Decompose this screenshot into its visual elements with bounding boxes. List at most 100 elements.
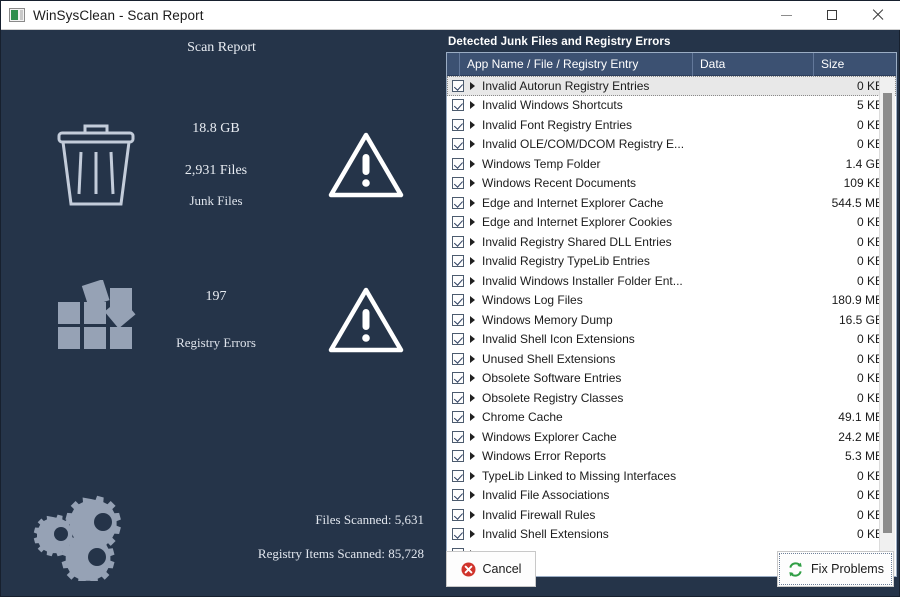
table-row[interactable]: Obsolete Software Entries 0 KB [447, 369, 896, 389]
table-row[interactable]: Invalid Font Registry Entries 0 KB [447, 115, 896, 135]
row-checkbox[interactable] [452, 508, 464, 521]
expand-arrow-icon[interactable] [467, 238, 477, 246]
row-checkbox[interactable] [452, 294, 464, 307]
scan-footer: Files Scanned: 5,631 Registry Items Scan… [1, 489, 442, 589]
table-row[interactable]: Invalid Registry TypeLib Entries 0 KB [447, 252, 896, 272]
row-checkbox[interactable] [452, 372, 464, 385]
junk-files-size: 18.8 GB [192, 121, 240, 136]
table-row[interactable]: Invalid Windows Installer Folder Ent... 0… [447, 271, 896, 291]
expand-arrow-icon[interactable] [467, 530, 477, 538]
table-row[interactable]: Invalid Shell Extensions 0 KB [447, 525, 896, 545]
row-name: Invalid File Associations [482, 488, 610, 503]
table-row[interactable]: Edge and Internet Explorer Cache 544.5 MB [447, 193, 896, 213]
expand-arrow-icon[interactable] [467, 433, 477, 441]
expand-arrow-icon[interactable] [467, 257, 477, 265]
expand-arrow-icon[interactable] [467, 218, 477, 226]
table-row[interactable]: Invalid Autorun Registry Entries 0 KB [447, 76, 896, 96]
table-row[interactable]: Chrome Cache 49.1 MB [447, 408, 896, 428]
row-name: Invalid Shell Icon Extensions [482, 332, 635, 347]
row-name: Invalid Windows Shortcuts [482, 98, 623, 113]
column-header-data[interactable]: Data [692, 53, 813, 76]
table-row[interactable]: Invalid Registry Shared DLL Entries 0 KB [447, 232, 896, 252]
detected-items-list[interactable]: App Name / File / Registry Entry Data Si… [446, 52, 897, 577]
expand-arrow-icon[interactable] [467, 160, 477, 168]
row-checkbox[interactable] [452, 235, 464, 248]
list-rows: Invalid Autorun Registry Entries 0 KB Inva… [447, 76, 896, 576]
table-row[interactable]: Invalid Shell Icon Extensions 0 KB [447, 330, 896, 350]
scrollbar-thumb[interactable] [883, 93, 892, 533]
row-checkbox[interactable] [452, 196, 464, 209]
expand-arrow-icon[interactable] [467, 296, 477, 304]
table-row[interactable]: Windows Error Reports 5.3 MB [447, 447, 896, 467]
row-name: Invalid Windows Installer Folder Ent... [482, 273, 683, 288]
warning-triangle-icon [301, 255, 431, 385]
table-row[interactable]: Obsolete Registry Classes 0 KB [447, 388, 896, 408]
fix-problems-button[interactable]: Fix Problems [777, 551, 894, 587]
expand-arrow-icon[interactable] [467, 452, 477, 460]
table-row[interactable]: Windows Log Files 180.9 MB [447, 291, 896, 311]
expand-arrow-icon[interactable] [467, 179, 477, 187]
row-checkbox[interactable] [452, 99, 464, 112]
table-row[interactable]: Windows Recent Documents 109 KB [447, 174, 896, 194]
expand-arrow-icon[interactable] [467, 121, 477, 129]
expand-arrow-icon[interactable] [467, 199, 477, 207]
expand-arrow-icon[interactable] [467, 511, 477, 519]
expand-arrow-icon[interactable] [467, 472, 477, 480]
expand-arrow-icon[interactable] [467, 316, 477, 324]
list-scrollbar[interactable] [879, 77, 895, 576]
table-row[interactable]: Windows Explorer Cache 24.2 MB [447, 427, 896, 447]
expand-arrow-icon[interactable] [467, 101, 477, 109]
expand-arrow-icon[interactable] [467, 82, 477, 90]
table-row[interactable]: Windows Memory Dump 16.5 GB [447, 310, 896, 330]
expand-arrow-icon[interactable] [467, 335, 477, 343]
detected-items-header: Detected Junk Files and Registry Errors [448, 36, 671, 48]
table-row[interactable]: Edge and Internet Explorer Cookies 0 KB [447, 213, 896, 233]
expand-arrow-icon[interactable] [467, 355, 477, 363]
row-checkbox[interactable] [452, 489, 464, 502]
table-row[interactable]: Invalid Windows Shortcuts 5 KB [447, 96, 896, 116]
expand-arrow-icon[interactable] [467, 413, 477, 421]
table-row[interactable]: Unused Shell Extensions 0 KB [447, 349, 896, 369]
table-row[interactable]: TypeLib Linked to Missing Interfaces 0 KB [447, 466, 896, 486]
table-row[interactable]: Invalid Firewall Rules 0 KB [447, 505, 896, 525]
expand-arrow-icon[interactable] [467, 394, 477, 402]
maximize-button[interactable] [809, 1, 855, 29]
cancel-button[interactable]: Cancel [446, 551, 536, 587]
row-checkbox[interactable] [452, 138, 464, 151]
row-checkbox[interactable] [452, 313, 464, 326]
row-checkbox[interactable] [452, 216, 464, 229]
row-name: Invalid OLE/COM/DCOM Registry E... [482, 137, 685, 152]
row-checkbox[interactable] [452, 391, 464, 404]
table-row[interactable]: Invalid File Associations 0 KB [447, 486, 896, 506]
row-checkbox[interactable] [452, 528, 464, 541]
junk-files-figures: 18.8 GB 2,931 Files Junk Files [151, 100, 281, 230]
expand-arrow-icon[interactable] [467, 374, 477, 382]
row-checkbox[interactable] [452, 157, 464, 170]
column-header-size[interactable]: Size [813, 53, 896, 76]
row-checkbox[interactable] [452, 79, 464, 92]
app-window: WinSysClean - Scan Report Scan Report 18… [0, 0, 900, 597]
row-checkbox[interactable] [452, 177, 464, 190]
row-checkbox[interactable] [452, 430, 464, 443]
minimize-icon [780, 14, 792, 16]
row-checkbox[interactable] [452, 274, 464, 287]
row-checkbox[interactable] [452, 411, 464, 424]
column-header-app-name[interactable]: App Name / File / Registry Entry [459, 53, 692, 76]
minimize-button[interactable] [763, 1, 809, 29]
expand-arrow-icon[interactable] [467, 140, 477, 148]
row-checkbox[interactable] [452, 352, 464, 365]
expand-arrow-icon[interactable] [467, 491, 477, 499]
row-name: Windows Error Reports [482, 449, 607, 464]
expand-arrow-icon[interactable] [467, 277, 477, 285]
table-row[interactable]: Windows Temp Folder 1.4 GB [447, 154, 896, 174]
row-checkbox[interactable] [452, 469, 464, 482]
fix-problems-button-label: Fix Problems [811, 562, 884, 576]
row-checkbox[interactable] [452, 450, 464, 463]
row-checkbox[interactable] [452, 118, 464, 131]
close-button[interactable] [855, 1, 900, 29]
row-checkbox[interactable] [452, 255, 464, 268]
row-name: Edge and Internet Explorer Cache [482, 195, 664, 210]
stat-block-registry-errors: 197 Registry Errors [1, 255, 442, 385]
row-checkbox[interactable] [452, 333, 464, 346]
table-row[interactable]: Invalid OLE/COM/DCOM Registry E... 0 KB [447, 135, 896, 155]
